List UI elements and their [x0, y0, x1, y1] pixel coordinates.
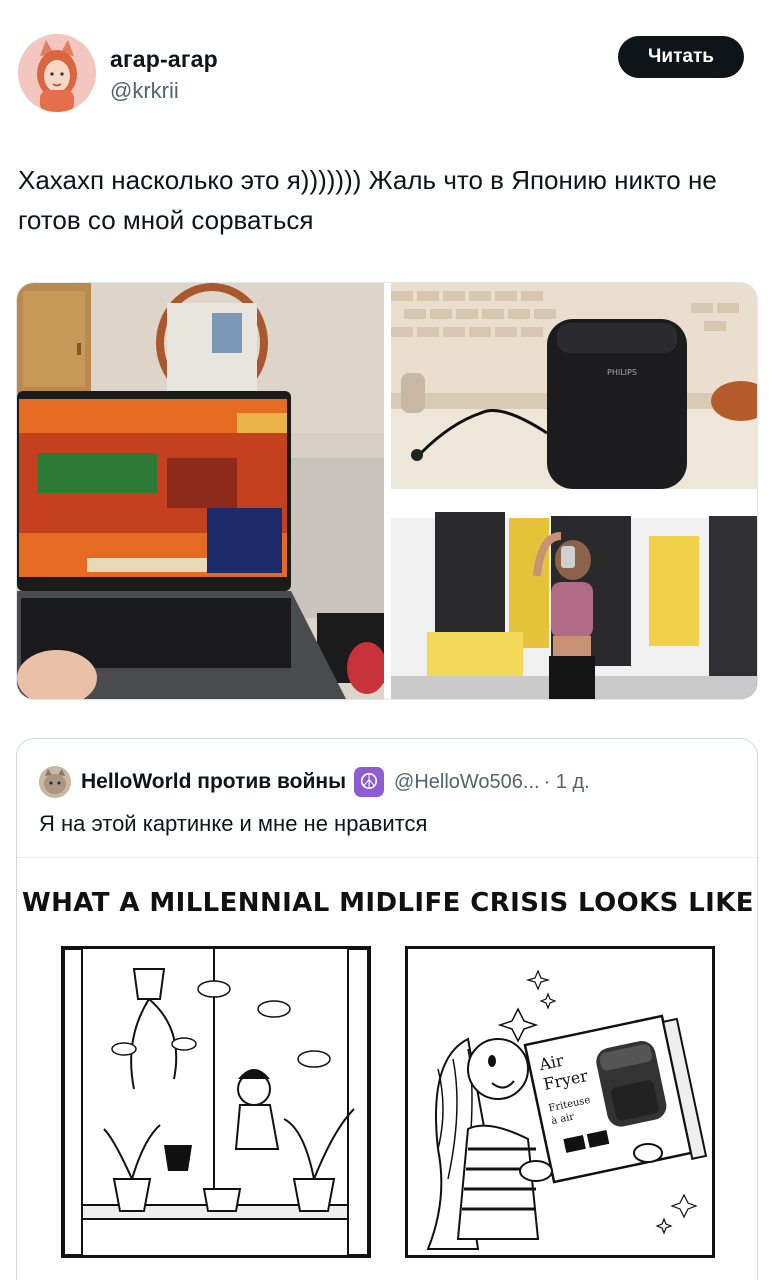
- comic-title: WHAT A MILLENNIAL MIDLIFE CRISIS LOOKS L…: [22, 888, 754, 918]
- media-grid: PHILIPS: [16, 282, 758, 700]
- fryer-brand-text: PHILIPS: [607, 368, 637, 377]
- quoted-tweet[interactable]: HelloWorld против войны ☮ @HelloWo506...…: [16, 738, 758, 1280]
- author-handle[interactable]: @krkrii: [110, 78, 179, 104]
- quoted-tweet-text: Я на этой картинке и мне не нравится: [39, 811, 428, 836]
- comic-panel-plants: [61, 946, 371, 1258]
- author-avatar[interactable]: [18, 34, 96, 112]
- quoted-author-avatar[interactable]: [39, 766, 71, 798]
- tweet-header: агар-агар @krkrii Читать: [18, 34, 748, 116]
- tweet-text: Хахахп насколько это я))))))) Жаль что в…: [18, 165, 717, 235]
- peace-icon: ☮: [354, 767, 385, 797]
- photo-gym-selfie[interactable]: [391, 496, 757, 699]
- photo-air-fryer[interactable]: PHILIPS: [391, 283, 757, 489]
- quoted-tweet-time[interactable]: · 1 д.: [544, 771, 590, 794]
- follow-button[interactable]: Читать: [618, 36, 744, 78]
- author-name[interactable]: агар-агар: [110, 46, 218, 73]
- quoted-tweet-header: HelloWorld против войны ☮ @HelloWo506...…: [39, 766, 590, 798]
- quoted-author-name[interactable]: HelloWorld против войны: [81, 770, 346, 794]
- comic-panel-air-fryer: Air Fryer Friteuse à air: [405, 946, 715, 1258]
- quoted-author-handle[interactable]: @HelloWo506...: [394, 771, 540, 794]
- comic-image[interactable]: WHAT A MILLENNIAL MIDLIFE CRISIS LOOKS L…: [17, 857, 757, 1280]
- photo-laptop-game[interactable]: [17, 283, 384, 699]
